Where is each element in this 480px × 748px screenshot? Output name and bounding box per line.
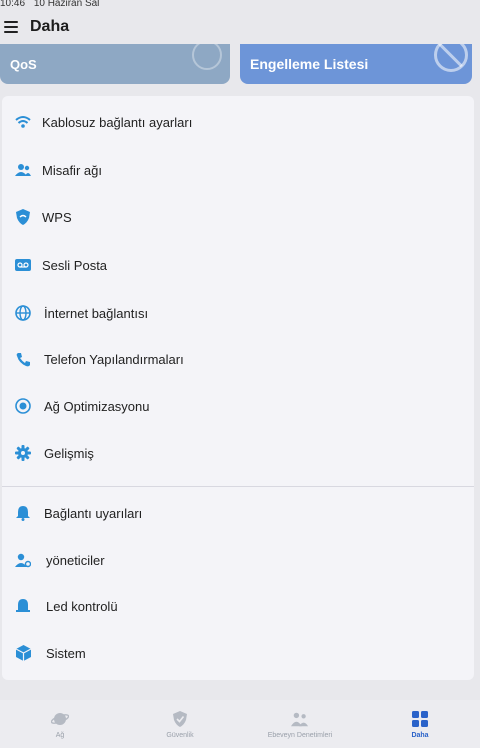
- voicemail-icon: [14, 256, 32, 274]
- qos-card[interactable]: QoS: [0, 44, 230, 84]
- ban-icon: [434, 44, 468, 72]
- security-shield-icon: [171, 710, 189, 728]
- grid-icon: [411, 710, 429, 728]
- settings-menu: Kablosuz bağlantı ayarları Misafir ağı W…: [2, 96, 474, 680]
- menu-item-wireless-settings[interactable]: Kablosuz bağlantı ayarları: [2, 102, 474, 142]
- gear-icon: [14, 444, 32, 462]
- menu-item-label: Telefon Yapılandırmaları: [44, 351, 184, 367]
- bell-icon: [14, 504, 32, 522]
- menu-item-label: Sesli Posta: [42, 257, 108, 273]
- menu-item-connection-alerts[interactable]: Bağlantı uyarıları: [2, 493, 474, 533]
- menu-item-label: Led kontrolü: [46, 598, 118, 614]
- block-list-card[interactable]: Engelleme Listesi: [240, 44, 472, 84]
- block-list-card-label: Engelleme Listesi: [250, 56, 369, 72]
- optimization-icon: [14, 397, 32, 415]
- guest-users-icon: [14, 161, 32, 179]
- nav-tab-parental-controls[interactable]: Ebeveyn Denetimleri: [240, 700, 360, 748]
- nav-tab-security[interactable]: Güvenlik: [120, 700, 240, 748]
- wifi-icon: [14, 113, 32, 131]
- planet-icon: [51, 710, 69, 728]
- feature-cards: QoS Engelleme Listesi: [0, 44, 480, 86]
- menu-item-label: Bağlantı uyarıları: [44, 505, 143, 521]
- led-icon: [14, 597, 32, 615]
- hamburger-menu-icon[interactable]: [4, 21, 18, 33]
- admin-user-icon: [14, 551, 32, 569]
- menu-item-label: Ağ Optimizasyonu: [44, 398, 150, 414]
- status-bar: 10:46 10 Haziran Sal: [0, 0, 480, 8]
- menu-item-label: Misafir ağı: [42, 162, 102, 178]
- nav-tab-label: Ağ: [55, 731, 65, 739]
- menu-item-label: yöneticiler: [46, 552, 105, 568]
- menu-item-label: Gelişmiş: [44, 445, 94, 461]
- menu-item-label: Sistem: [46, 645, 86, 661]
- app-bar: Daha: [0, 10, 480, 44]
- menu-item-guest-network[interactable]: Misafir ağı: [2, 150, 474, 190]
- menu-item-led-control[interactable]: Led kontrolü: [2, 586, 474, 626]
- page-title: Daha: [30, 18, 70, 35]
- parental-icon: [291, 710, 309, 728]
- menu-item-label: WPS: [42, 209, 72, 225]
- menu-item-network-optimization[interactable]: Ağ Optimizasyonu: [2, 386, 474, 426]
- menu-item-phone-configurations[interactable]: Telefon Yapılandırmaları: [2, 339, 474, 379]
- menu-item-system[interactable]: Sistem: [2, 633, 474, 673]
- nav-tab-more[interactable]: Daha: [360, 700, 480, 748]
- menu-divider: [2, 486, 474, 487]
- nav-tab-label: Güvenlik: [166, 731, 194, 739]
- menu-item-wps[interactable]: WPS: [2, 197, 474, 237]
- menu-item-administrators[interactable]: yöneticiler: [2, 540, 474, 580]
- nav-tab-label: Ebeveyn Denetimleri: [267, 731, 333, 739]
- menu-item-label: Kablosuz bağlantı ayarları: [42, 114, 193, 130]
- qos-icon: [192, 44, 222, 70]
- menu-item-internet-connection[interactable]: İnternet bağlantısı: [2, 293, 474, 333]
- globe-icon: [14, 304, 32, 322]
- status-date: 10 Haziran Sal: [33, 0, 100, 8]
- menu-item-voicemail[interactable]: Sesli Posta: [2, 245, 474, 285]
- menu-item-advanced[interactable]: Gelişmiş: [2, 433, 474, 473]
- menu-item-label: İnternet bağlantısı: [44, 305, 149, 321]
- wps-shield-icon: [14, 208, 32, 226]
- system-cube-icon: [14, 644, 32, 662]
- bottom-navigation: Ağ Güvenlik Ebeveyn Denetimleri Daha: [0, 700, 480, 748]
- nav-tab-label: Daha: [411, 731, 429, 739]
- status-time: 10:46: [0, 0, 26, 8]
- phone-icon: [14, 350, 32, 368]
- nav-tab-network[interactable]: Ağ: [0, 700, 120, 748]
- qos-card-label: QoS: [10, 56, 37, 72]
